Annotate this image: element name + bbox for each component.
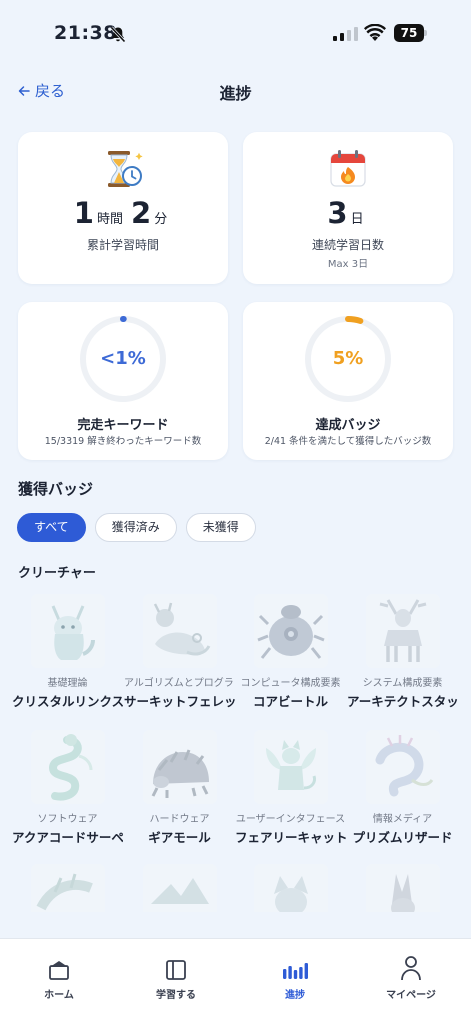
streak-value: 3 日 [243, 196, 453, 230]
badge-category: ハードウェア [149, 814, 210, 825]
badge-name: クリスタルリンクス [12, 694, 123, 709]
streak-label: 連続学習日数 [311, 238, 384, 252]
calendar-fire-icon [330, 150, 366, 187]
minutes-unit: 分 [154, 212, 168, 227]
streak-days: 3 [327, 196, 348, 230]
badge-grid: 基礎理論 クリスタルリンクス アルゴリズムとプログラミング サーキットフェレット… [12, 592, 459, 912]
badges-section-title: 獲得バッジ [18, 480, 94, 498]
badge-item[interactable]: ソフトウェア アクアコードサーペント [12, 728, 123, 858]
ferret-creature-icon [143, 594, 217, 668]
person-icon [401, 956, 421, 981]
badge-item[interactable]: システム構成要素 アーキテクトスタッグ [347, 592, 458, 722]
status-time: 21:38 [54, 22, 117, 44]
badge-category: 基礎理論 [47, 678, 88, 689]
badge-category: システム構成要素 [362, 678, 443, 689]
fairy-cat-creature-icon [254, 730, 328, 804]
filter-all[interactable]: すべて [17, 513, 86, 542]
badge-item[interactable]: 基礎理論 クリスタルリンクス [12, 592, 123, 722]
tab-progress[interactable]: 進捗 [255, 953, 335, 1001]
badge-name: アクアコードサーペント [12, 830, 123, 845]
streak-card: 3 日 連続学習日数 Max 3日 [243, 132, 453, 284]
tab-progress-label: 進捗 [285, 990, 305, 1001]
battery-icon: 75 [394, 24, 427, 42]
badge-filter-tabs: すべて 獲得済み 未獲得 [17, 513, 256, 542]
filter-earned[interactable]: 獲得済み [94, 513, 177, 542]
badge-item[interactable] [12, 862, 123, 912]
page-title: 進捗 [219, 84, 252, 103]
study-time-label: 累計学習時間 [86, 238, 159, 252]
minutes-value: 2 [131, 196, 152, 230]
tab-home-label: ホーム [44, 990, 74, 1001]
arrow-left-icon [18, 85, 30, 96]
tab-mypage[interactable]: マイページ [371, 953, 451, 1001]
tab-mypage-label: マイページ [386, 990, 436, 1001]
badge-item[interactable]: アルゴリズムとプログラミング サーキットフェレット [124, 592, 235, 722]
cat-creature-icon [254, 864, 328, 912]
dragon-creature-icon [31, 864, 105, 912]
keywords-sub: 15/3319 解き終わったキーワード数 [44, 436, 202, 447]
badges-sub: 2/41 条件を満たして獲得したバッジ数 [264, 436, 432, 447]
badge-name: コアビートル [252, 694, 328, 709]
tab-study[interactable]: 学習する [136, 953, 216, 1001]
badge-item[interactable] [124, 862, 235, 912]
badge-name: プリズムリザード [352, 830, 453, 845]
badges-label: 達成バッジ [315, 418, 381, 433]
tab-home[interactable]: ホーム [19, 953, 99, 1001]
bottom-tab-bar: ホーム 学習する 進捗 マイページ [0, 938, 471, 1024]
keywords-percent: <1% [100, 348, 146, 369]
mole-creature-icon [143, 730, 217, 804]
back-button[interactable]: 戻る [18, 80, 65, 101]
lizard-creature-icon [366, 730, 440, 804]
bell-off-icon [110, 26, 126, 43]
study-time-value: 1 時間 2 分 [18, 196, 228, 230]
book-icon [166, 960, 186, 980]
badge-name: サーキットフェレット [124, 694, 235, 709]
study-time-card: 1 時間 2 分 累計学習時間 [18, 132, 228, 284]
progress-bars-icon [283, 963, 308, 979]
badges-card: 5% 達成バッジ 2/41 条件を満たして獲得したバッジ数 [243, 302, 453, 460]
nav-header: 進捗 戻る [0, 70, 471, 110]
keywords-progress-ring: <1% [78, 314, 168, 404]
badge-category: コンピュータ構成要素 [240, 678, 341, 689]
badge-item[interactable]: 情報メディア プリズムリザード [347, 728, 458, 858]
hours-value: 1 [73, 196, 94, 230]
beetle-creature-icon [254, 594, 328, 668]
home-icon [49, 961, 69, 980]
keywords-card: <1% 完走キーワード 15/3319 解き終わったキーワード数 [18, 302, 228, 460]
badge-item[interactable] [235, 862, 346, 912]
hourglass-icon [108, 151, 143, 187]
cellular-signal-icon [333, 27, 358, 41]
filter-unearned[interactable]: 未獲得 [185, 513, 256, 542]
badges-percent: 5% [332, 348, 364, 369]
badge-item[interactable]: コンピュータ構成要素 コアビートル [235, 592, 346, 722]
tab-study-label: 学習する [156, 990, 196, 1001]
wyvern-creature-icon [143, 864, 217, 912]
keywords-label: 完走キーワード [77, 418, 169, 433]
jackal-creature-icon [366, 864, 440, 912]
streak-unit: 日 [350, 212, 364, 227]
status-bar: 21:38 75 [0, 0, 471, 64]
wifi-icon [364, 24, 386, 41]
serpent-creature-icon [31, 730, 105, 804]
badge-category: アルゴリズムとプログラミング [124, 678, 235, 689]
badge-category: ユーザーインタフェース [235, 814, 346, 825]
battery-level: 75 [394, 24, 424, 42]
badge-name: ギアモール [148, 830, 211, 845]
badge-item[interactable]: ユーザーインタフェース フェアリーキャット [235, 728, 346, 858]
badge-category: 情報メディア [372, 814, 433, 825]
badge-item[interactable] [347, 862, 458, 912]
back-label: 戻る [35, 82, 66, 100]
badge-name: フェアリーキャット [235, 830, 346, 845]
badge-name: アーキテクトスタッグ [347, 694, 458, 709]
lynx-creature-icon [31, 594, 105, 668]
badge-category: ソフトウェア [37, 814, 98, 825]
badges-progress-ring: 5% [303, 314, 393, 404]
stag-creature-icon [366, 594, 440, 668]
badge-item[interactable]: ハードウェア ギアモール [124, 728, 235, 858]
creature-category-title: クリーチャー [18, 566, 96, 581]
streak-max: Max 3日 [327, 259, 369, 270]
hours-unit: 時間 [96, 212, 123, 227]
